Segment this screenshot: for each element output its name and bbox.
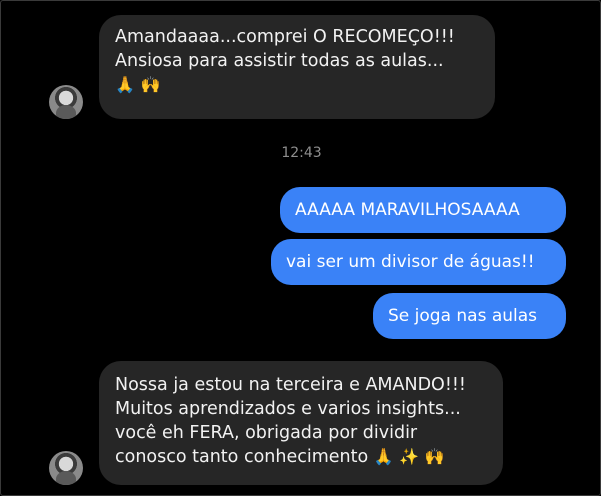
message-line: Muitos aprendizados e varios insights... bbox=[115, 399, 461, 419]
message-line-text: conosco tanto conhecimento bbox=[115, 447, 369, 467]
outgoing-message-bubble[interactable]: AAAAA MARAVILHOSAAAA bbox=[280, 187, 566, 233]
message-line: conosco tanto conhecimento 🙏 ✨ 🙌 bbox=[115, 445, 487, 469]
raising-hands-emoji-icon: 🙌 bbox=[424, 447, 445, 466]
incoming-message-bubble[interactable]: Amandaaaa...comprei O RECOMEÇO!!! Ansios… bbox=[99, 15, 495, 119]
message-line: Amandaaaa...comprei O RECOMEÇO!!! bbox=[115, 27, 455, 47]
timestamp: 12:43 bbox=[281, 145, 322, 161]
contact-avatar[interactable] bbox=[49, 451, 83, 485]
message-emoji-line: 🙏 🙌 bbox=[115, 73, 479, 97]
incoming-message-bubble[interactable]: Nossa ja estou na terceira e AMANDO!!! M… bbox=[99, 361, 503, 485]
message-line: Nossa ja estou na terceira e AMANDO!!! bbox=[115, 375, 466, 395]
outgoing-message-bubble[interactable]: Se joga nas aulas bbox=[373, 293, 566, 339]
raising-hands-emoji-icon: 🙌 bbox=[140, 75, 161, 94]
message-line: Ansiosa para assistir todas as aulas... bbox=[115, 51, 444, 71]
folded-hands-emoji-icon: 🙏 bbox=[373, 447, 394, 466]
message-line: você eh FERA, obrigada por dividir bbox=[115, 423, 418, 443]
folded-hands-emoji-icon: 🙏 bbox=[115, 75, 135, 94]
chat-window: Amandaaaa...comprei O RECOMEÇO!!! Ansios… bbox=[0, 0, 601, 496]
outgoing-message-bubble[interactable]: vai ser um divisor de águas!! bbox=[271, 239, 566, 285]
sparkles-emoji-icon: ✨ bbox=[399, 447, 420, 466]
contact-avatar[interactable] bbox=[49, 85, 83, 119]
